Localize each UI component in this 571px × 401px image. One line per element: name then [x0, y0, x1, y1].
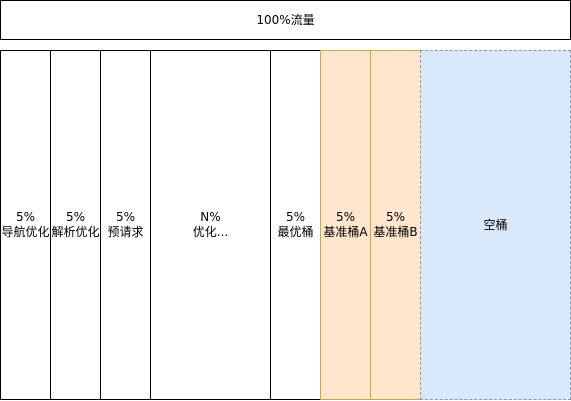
bucket-nav-optimization: 5% 导航优化 [0, 50, 51, 400]
bucket-empty: 空桶 [420, 50, 571, 400]
bucket-pct: 5% [15, 210, 36, 224]
total-traffic-label: 100%流量 [256, 12, 315, 27]
bucket-prerequest: 5% 预请求 [100, 50, 151, 400]
bucket-name: 导航优化 [1, 225, 50, 239]
bucket-pct: 5% [385, 210, 406, 224]
bucket-name: 空桶 [483, 217, 508, 232]
bucket-name: 解析优化 [51, 225, 100, 239]
bucket-baseline-a: 5% 基准桶A [320, 50, 371, 400]
bucket-name: 基准桶B [373, 225, 418, 239]
bucket-name: 优化... [192, 225, 229, 239]
bucket-pct: 5% [335, 210, 356, 224]
bucket-optimization-n: N% 优化... [150, 50, 271, 400]
bucket-name: 基准桶A [323, 225, 368, 239]
total-traffic-box: 100%流量 [0, 0, 571, 40]
bucket-name: 最优桶 [277, 225, 314, 239]
bucket-pct: 5% [115, 210, 136, 224]
bucket-parse-optimization: 5% 解析优化 [50, 50, 101, 400]
bucket-pct: 5% [285, 210, 306, 224]
bucket-pct: N% [200, 210, 221, 224]
bucket-best: 5% 最优桶 [270, 50, 321, 400]
bucket-pct: 5% [65, 210, 86, 224]
bucket-name: 预请求 [107, 225, 144, 239]
bucket-baseline-b: 5% 基准桶B [370, 50, 421, 400]
